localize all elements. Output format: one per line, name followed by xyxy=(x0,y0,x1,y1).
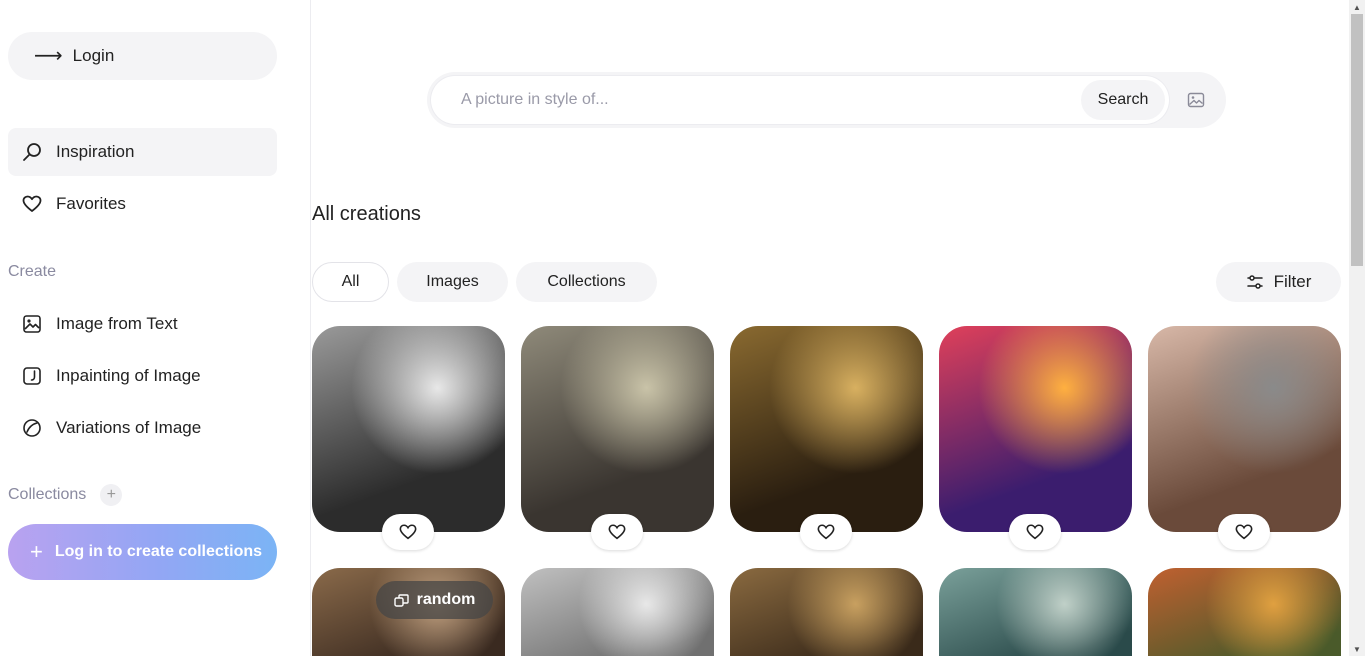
search-bar: Search xyxy=(427,72,1226,128)
favorite-button[interactable] xyxy=(800,514,852,550)
tab-all[interactable]: All xyxy=(312,262,389,302)
login-label: Login xyxy=(72,46,115,65)
creation-card[interactable] xyxy=(730,326,923,532)
create-collections-button[interactable]: + Log in to create collections xyxy=(8,524,277,580)
shuffle-icon xyxy=(393,593,409,607)
inpaint-icon xyxy=(23,367,41,385)
creation-card[interactable] xyxy=(521,326,714,532)
heart-icon xyxy=(817,524,835,540)
heart-icon xyxy=(1026,524,1044,540)
scrollbar[interactable]: ▲ ▼ xyxy=(1349,0,1365,656)
creation-card[interactable] xyxy=(312,326,505,532)
search-input[interactable] xyxy=(461,76,1061,124)
image-icon xyxy=(23,315,41,333)
creation-card[interactable] xyxy=(1148,568,1341,656)
scroll-up-arrow[interactable]: ▲ xyxy=(1349,0,1365,14)
random-label: random xyxy=(416,591,476,608)
sidebar-item-image-from-text[interactable]: Image from Text xyxy=(8,300,277,348)
sidebar-item-favorites[interactable]: Favorites xyxy=(8,180,277,228)
search-icon xyxy=(23,143,41,161)
add-collection-icon[interactable]: + xyxy=(100,484,123,506)
sidebar-item-inpainting[interactable]: Inpainting of Image xyxy=(8,352,277,400)
sidebar-item-label: Favorites xyxy=(56,194,126,213)
filter-label: Filter xyxy=(1273,272,1312,291)
creation-card[interactable] xyxy=(1148,326,1341,532)
sidebar-item-label: Inpainting of Image xyxy=(56,366,201,385)
login-button[interactable]: ⟶ Login xyxy=(8,32,277,80)
variations-icon xyxy=(23,419,41,437)
plus-icon: + xyxy=(30,539,43,564)
creation-card[interactable] xyxy=(939,568,1132,656)
heart-icon xyxy=(1235,524,1253,540)
sidebar-item-label: Variations of Image xyxy=(56,418,202,437)
heart-icon xyxy=(22,195,42,212)
sidebar-item-inspiration[interactable]: Inspiration xyxy=(8,128,277,176)
collections-section-label: Collections xyxy=(8,486,87,503)
search-button[interactable]: Search xyxy=(1081,80,1165,120)
tab-collections[interactable]: Collections xyxy=(516,262,657,302)
scroll-down-arrow[interactable]: ▼ xyxy=(1349,642,1365,656)
creation-card[interactable] xyxy=(521,568,714,656)
collections-header: Collections + xyxy=(8,484,123,506)
page-title: All creations xyxy=(312,203,421,225)
sidebar: ⟶ Login Inspiration Favorites Create Ima… xyxy=(0,0,311,656)
favorite-button[interactable] xyxy=(382,514,434,550)
random-button[interactable]: random xyxy=(376,581,493,619)
sidebar-item-variations[interactable]: Variations of Image xyxy=(8,404,277,452)
sidebar-item-label: Inspiration xyxy=(56,142,135,161)
filter-button[interactable]: Filter xyxy=(1216,262,1341,302)
favorite-button[interactable] xyxy=(1009,514,1061,550)
create-section-label: Create xyxy=(8,263,57,280)
scroll-thumb[interactable] xyxy=(1351,14,1363,266)
favorite-button[interactable] xyxy=(1218,514,1270,550)
creation-card[interactable] xyxy=(939,326,1132,532)
create-collections-label: Log in to create collections xyxy=(54,543,263,560)
heart-icon xyxy=(608,524,626,540)
favorite-button[interactable] xyxy=(591,514,643,550)
tab-images[interactable]: Images xyxy=(397,262,508,302)
sidebar-item-label: Image from Text xyxy=(56,314,178,333)
arrow-right-icon: ⟶ xyxy=(34,45,63,67)
image-upload-icon[interactable] xyxy=(1187,91,1205,109)
creation-card[interactable] xyxy=(730,568,923,656)
sliders-icon xyxy=(1246,275,1263,289)
heart-icon xyxy=(399,524,417,540)
search-box: Search xyxy=(431,76,1169,124)
